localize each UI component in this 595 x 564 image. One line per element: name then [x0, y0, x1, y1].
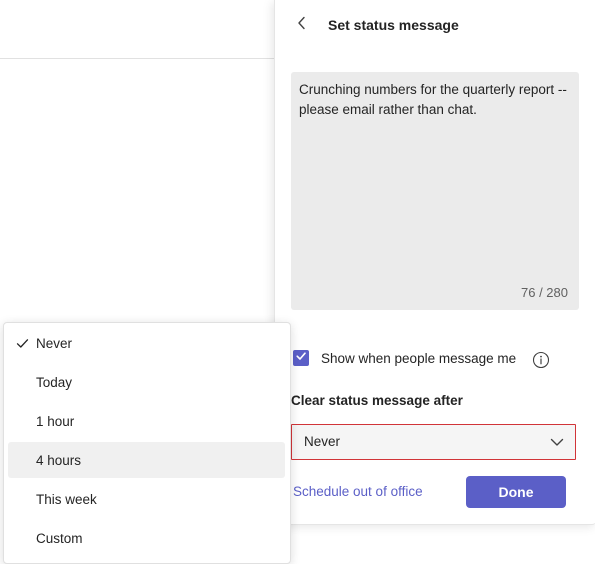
- character-counter: 76 / 280: [521, 285, 568, 300]
- back-button[interactable]: [291, 14, 313, 36]
- dropdown-option-this-week[interactable]: This week: [8, 481, 285, 517]
- clear-after-label: Clear status message after: [291, 393, 463, 408]
- checkmark-icon: [295, 349, 307, 367]
- info-icon[interactable]: [532, 351, 550, 369]
- dropdown-option-label: Custom: [36, 531, 83, 546]
- chevron-left-icon: [297, 16, 307, 35]
- clear-after-select[interactable]: Never: [291, 424, 576, 460]
- dropdown-option-1-hour[interactable]: 1 hour: [8, 403, 285, 439]
- clear-after-dropdown-menu: Never Today 1 hour 4 hours This week Cus…: [3, 322, 291, 564]
- set-status-panel: Set status message Crunching numbers for…: [274, 0, 595, 525]
- status-message-text[interactable]: Crunching numbers for the quarterly repo…: [299, 80, 573, 120]
- dropdown-option-label: 4 hours: [36, 453, 82, 468]
- chevron-down-icon: [549, 434, 565, 450]
- done-button[interactable]: Done: [466, 476, 566, 508]
- dropdown-option-label: This week: [36, 492, 97, 507]
- status-message-textarea[interactable]: Crunching numbers for the quarterly repo…: [291, 72, 579, 310]
- schedule-out-of-office-link[interactable]: Schedule out of office: [293, 484, 423, 499]
- dropdown-option-label: Today: [36, 375, 73, 390]
- checkmark-icon: [15, 336, 29, 350]
- clear-after-selected-value: Never: [304, 434, 341, 449]
- dropdown-option-label: Never: [36, 336, 73, 351]
- dropdown-option-custom[interactable]: Custom: [8, 520, 285, 556]
- panel-title: Set status message: [328, 17, 459, 33]
- dropdown-option-4-hours[interactable]: 4 hours: [8, 442, 285, 478]
- dropdown-option-today[interactable]: Today: [8, 364, 285, 400]
- background-divider: [0, 58, 280, 59]
- dropdown-option-label: 1 hour: [36, 414, 75, 429]
- dropdown-option-never[interactable]: Never: [8, 325, 285, 361]
- show-when-messaged-checkbox[interactable]: [293, 350, 309, 366]
- show-when-messaged-label[interactable]: Show when people message me: [321, 351, 516, 366]
